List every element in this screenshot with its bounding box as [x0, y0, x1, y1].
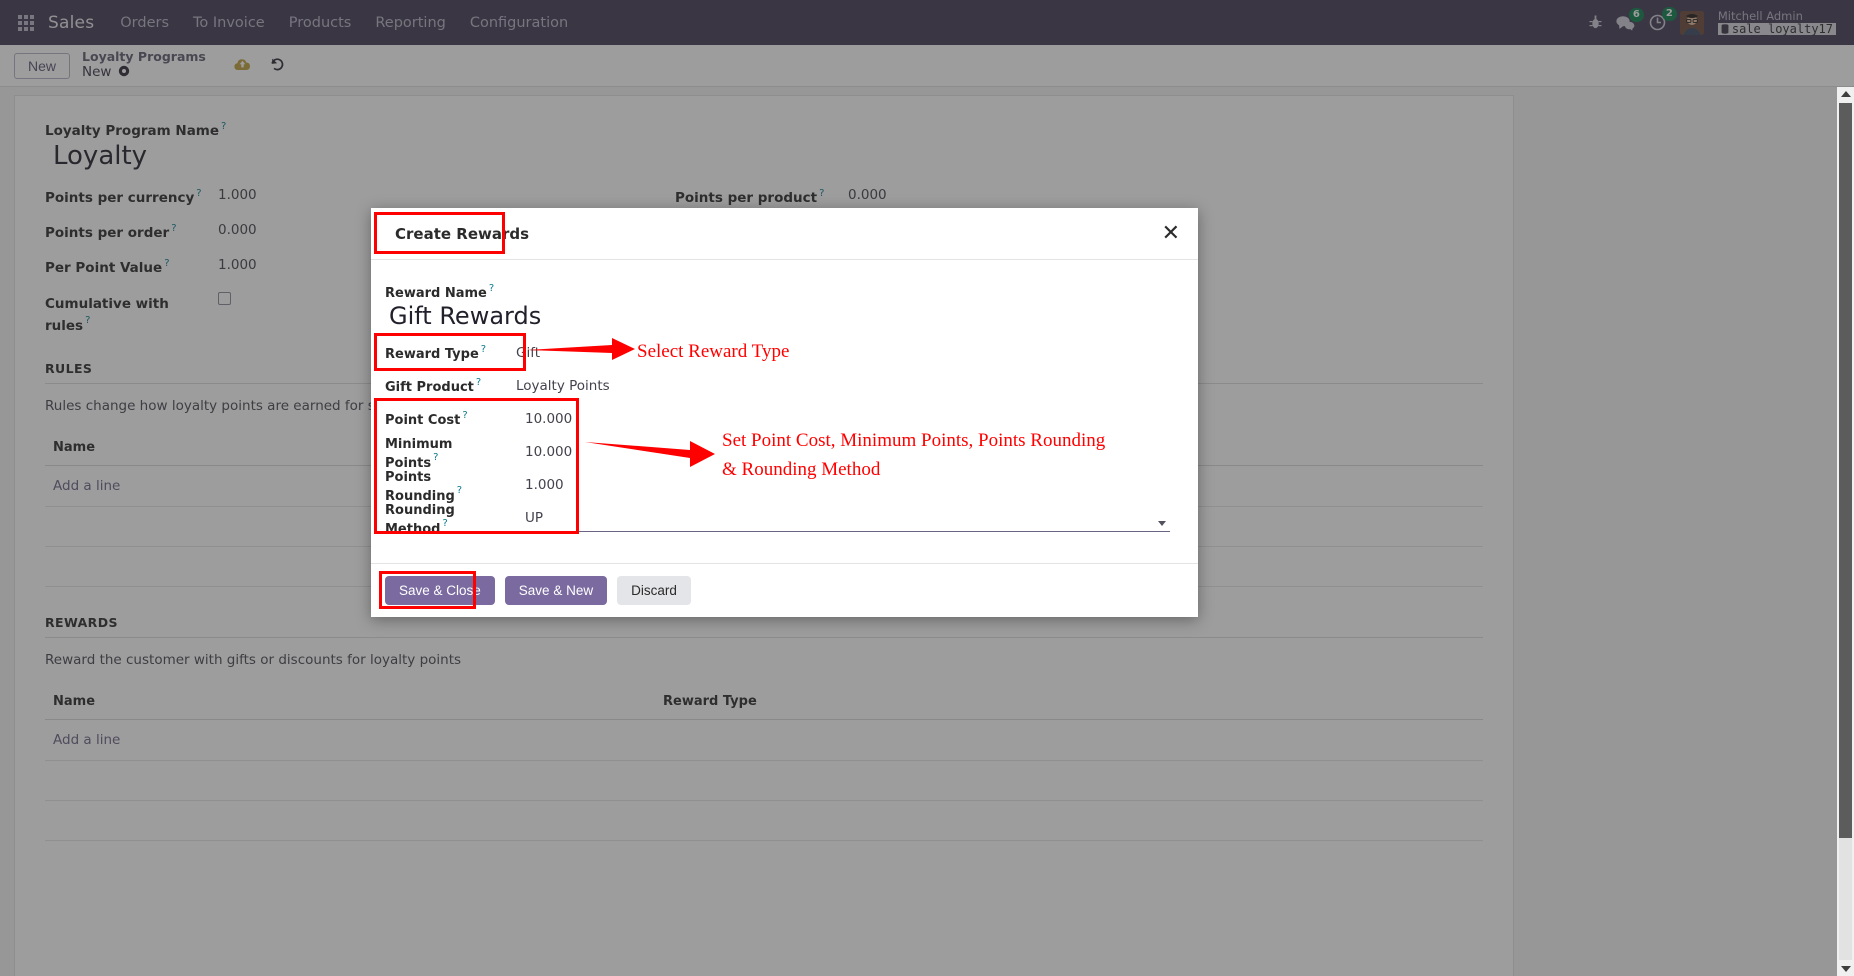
create-rewards-dialog: Create Rewards ✕ Reward Name? Gift Rewar… — [371, 208, 1198, 617]
dialog-body: Reward Name? Gift Rewards Reward Type? G… — [371, 260, 1198, 563]
annotation-note-points-line1: Set Point Cost, Minimum Points, Points R… — [722, 430, 1106, 451]
field-row-gift-product: Gift Product? Loyalty Points — [385, 369, 1184, 402]
help-icon[interactable]: ? — [462, 410, 467, 421]
scrollbar-thumb[interactable] — [1839, 103, 1852, 838]
scroll-up-arrow-icon[interactable] — [1841, 91, 1851, 97]
annotation-note-points-line2: & Rounding Method — [722, 459, 881, 480]
gift-product-label: Gift Product — [385, 380, 474, 395]
reward-name-input[interactable]: Gift Rewards — [389, 302, 1184, 330]
help-icon[interactable]: ? — [442, 518, 447, 529]
annotation-note-reward-type: Select Reward Type — [637, 341, 790, 362]
gift-product-value[interactable]: Loyalty Points — [500, 378, 610, 394]
reward-name-group: Reward Name? Gift Rewards — [385, 282, 1184, 330]
vertical-scrollbar[interactable] — [1837, 87, 1854, 976]
reward-name-label: Reward Name — [385, 286, 487, 301]
dialog-footer: Save & Close Save & New Discard — [371, 563, 1198, 617]
dialog-title: Create Rewards — [395, 224, 530, 243]
rounding-method-value[interactable]: UP — [500, 510, 543, 526]
help-icon[interactable]: ? — [481, 344, 486, 355]
points-rounding-value[interactable]: 1.000 — [500, 477, 564, 493]
help-icon[interactable]: ? — [489, 283, 494, 294]
rounding-method-select-underline[interactable] — [525, 531, 1170, 532]
help-icon[interactable]: ? — [476, 377, 481, 388]
save-close-button[interactable]: Save & Close — [385, 576, 495, 605]
discard-button[interactable]: Discard — [617, 576, 691, 605]
chevron-down-icon[interactable] — [1158, 521, 1166, 526]
reward-type-label: Reward Type — [385, 347, 479, 362]
minimum-points-value[interactable]: 10.000 — [500, 444, 572, 460]
dialog-header: Create Rewards ✕ — [371, 208, 1198, 260]
point-cost-label: Point Cost — [385, 413, 461, 428]
close-icon[interactable]: ✕ — [1162, 222, 1180, 245]
save-new-button[interactable]: Save & New — [504, 576, 608, 605]
help-icon[interactable]: ? — [457, 485, 462, 496]
point-cost-value[interactable]: 10.000 — [500, 411, 572, 427]
scroll-down-arrow-icon[interactable] — [1841, 966, 1851, 972]
field-row-rounding-method: Rounding Method? UP — [385, 501, 1184, 537]
reward-type-value[interactable]: Gift — [500, 345, 540, 361]
help-icon[interactable]: ? — [433, 452, 438, 463]
